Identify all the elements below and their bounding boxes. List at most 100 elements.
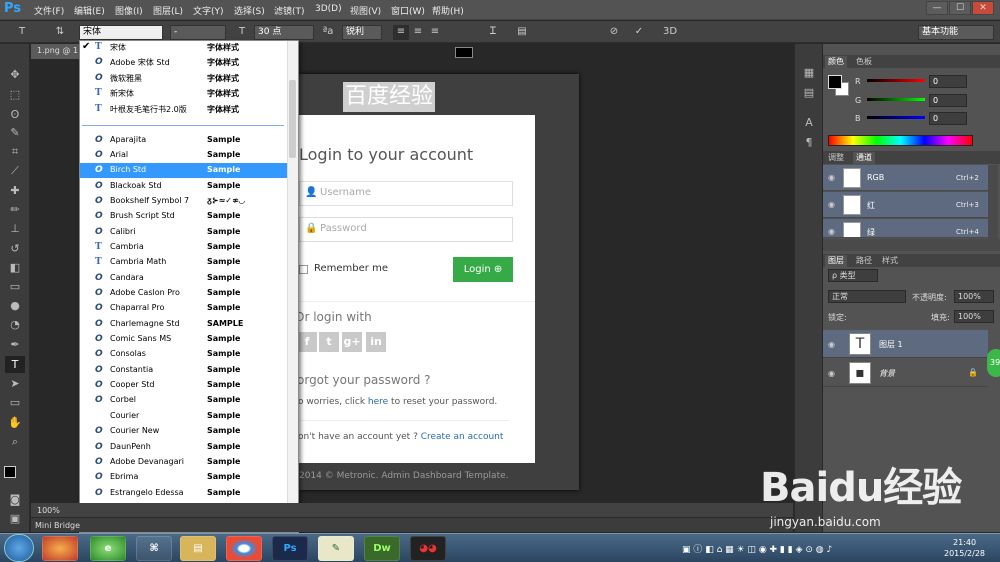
healing-tool-icon[interactable]: ✚ (5, 182, 25, 199)
paragraph-panel-icon[interactable]: ¶ (799, 134, 819, 151)
font-item[interactable]: O Aparajita Sample (80, 133, 288, 148)
font-item[interactable]: Courier Sample (80, 409, 288, 424)
menu-edit[interactable]: 编辑(E) (74, 4, 105, 17)
font-item[interactable]: O Calibri Sample (80, 225, 288, 240)
fill-input[interactable]: 100% (954, 310, 994, 323)
move-tool-icon[interactable]: ✥ (5, 66, 25, 83)
b-value[interactable]: 0 (929, 112, 967, 125)
eye-icon[interactable]: ◉ (828, 173, 835, 182)
twitter-icon[interactable]: t (319, 332, 339, 352)
font-item[interactable]: ✔ T 宋体 字体样式 (80, 40, 288, 55)
warp-text-icon[interactable]: Ꮖ (485, 25, 501, 40)
menu-window[interactable]: 窗口(W) (391, 4, 425, 17)
font-item[interactable]: O Corbel Sample (80, 393, 288, 408)
tab-channels[interactable]: 通道 (853, 152, 875, 164)
tab-color[interactable]: 颜色 (825, 56, 847, 68)
font-item[interactable]: O Consolas Sample (80, 347, 288, 362)
history-panel-icon[interactable]: ▦ (799, 64, 819, 81)
foreground-color-swatch[interactable] (4, 466, 16, 478)
type-tool-icon[interactable]: T (5, 356, 25, 373)
font-style-select[interactable]: - (170, 25, 226, 40)
font-item[interactable]: O Ebrima Sample (80, 470, 288, 485)
font-item[interactable]: O Candara Sample (80, 271, 288, 286)
app-icon-1[interactable] (42, 536, 78, 561)
eye-icon[interactable]: ◉ (828, 227, 835, 236)
googleplus-icon[interactable]: g+ (342, 332, 362, 352)
screen-mode-icon[interactable]: ▣ (5, 510, 25, 527)
channel-row-green[interactable]: ◉ 绿 Ctrl+4 (823, 219, 988, 238)
menu-view[interactable]: 视图(V) (350, 4, 381, 17)
align-right-icon[interactable]: ≡ (427, 25, 443, 40)
eraser-tool-icon[interactable]: ◧ (5, 259, 25, 276)
clock[interactable]: 21:40 2015/2/28 (944, 537, 985, 559)
cancel-icon[interactable]: ⊘ (606, 25, 622, 40)
font-item[interactable]: O Charlemagne Std SAMPLE (80, 317, 288, 332)
font-item[interactable]: O Chaparral Pro Sample (80, 301, 288, 316)
font-item[interactable]: T Cambria Sample (80, 240, 288, 255)
b-slider[interactable] (867, 116, 925, 119)
editor-icon[interactable]: ✎ (318, 536, 354, 561)
font-item[interactable]: O Blackoak Std Sample (80, 179, 288, 194)
close-button[interactable]: ✕ (972, 1, 994, 15)
login-button[interactable]: Login ⊕ (453, 257, 513, 282)
layer-row-text[interactable]: ◉ T 图层 1 (823, 330, 988, 358)
orient-text-icon[interactable]: ⇅ (52, 25, 68, 40)
eye-icon[interactable]: ◉ (828, 340, 835, 349)
network-app-icon[interactable]: ⌘ (136, 536, 172, 561)
zoom-level[interactable]: 100% (37, 506, 60, 515)
tab-layers[interactable]: 图层 (825, 255, 847, 267)
pen-tool-icon[interactable]: ✒ (5, 336, 25, 353)
quick-select-tool-icon[interactable]: ✎ (5, 124, 25, 141)
floating-badge[interactable]: 39 (987, 349, 1000, 377)
menu-3d[interactable]: 3D(D) (315, 4, 342, 14)
font-item[interactable]: O Brush Script Std Sample (80, 209, 288, 224)
font-item[interactable]: T 叶根友毛笔行书2.0版 字体样式 (80, 102, 288, 117)
font-item[interactable]: O DaunPenh Sample (80, 440, 288, 455)
menu-help[interactable]: 帮助(H) (432, 4, 464, 17)
g-slider[interactable] (867, 98, 925, 101)
tab-paths[interactable]: 路径 (853, 255, 875, 267)
crop-tool-icon[interactable]: ⌗ (5, 143, 25, 160)
properties-panel-icon[interactable]: ▤ (799, 84, 819, 101)
character-panel-icon[interactable]: ▤ (514, 25, 530, 40)
type-tool-icon[interactable]: T (14, 25, 30, 40)
menu-type[interactable]: 文字(Y) (193, 4, 224, 17)
tab-swatches[interactable]: 色板 (853, 56, 875, 68)
forgot-link[interactable]: here (368, 397, 388, 407)
linkedin-icon[interactable]: in (366, 332, 386, 352)
marquee-tool-icon[interactable]: ⬚ (5, 86, 25, 103)
photoshop-taskbar-icon[interactable]: Ps (272, 536, 308, 561)
document-tab[interactable]: 1.png @ 1 (31, 44, 79, 59)
tab-styles[interactable]: 样式 (879, 255, 901, 267)
dreamweaver-icon[interactable]: Dw (364, 536, 400, 561)
font-item[interactable]: O Arial Sample (80, 148, 288, 163)
zoom-tool-icon[interactable]: ⌕ (5, 433, 25, 450)
commit-icon[interactable]: ✓ (631, 25, 647, 40)
font-item[interactable]: O Adobe Caslon Pro Sample (80, 286, 288, 301)
font-item[interactable]: O Estrangelo Edessa Sample (80, 486, 288, 501)
align-center-icon[interactable]: ≡ (410, 25, 426, 40)
font-item[interactable]: T Cambria Math Sample (80, 255, 288, 270)
start-button[interactable] (4, 534, 34, 562)
menu-file[interactable]: 文件(F) (34, 4, 64, 17)
3d-button[interactable]: 3D (660, 25, 680, 40)
menu-image[interactable]: 图像(I) (115, 4, 143, 17)
gradient-tool-icon[interactable]: ▭ (5, 278, 25, 295)
font-family-select[interactable]: 宋体 (79, 25, 163, 40)
layer-filter-select[interactable]: ρ 类型 (828, 269, 878, 282)
channel-row-rgb[interactable]: ◉ RGB Ctrl+2 (823, 165, 988, 191)
brush-tool-icon[interactable]: ✏ (5, 201, 25, 218)
font-item[interactable]: O Birch Std Sample (80, 163, 288, 179)
font-item[interactable]: O Courier New Sample (80, 424, 288, 439)
blur-tool-icon[interactable]: ● (5, 297, 25, 314)
blend-mode-select[interactable]: 正常 (828, 290, 906, 303)
r-slider[interactable] (867, 79, 925, 82)
eye-icon[interactable]: ◉ (828, 369, 835, 378)
remember-checkbox[interactable] (299, 265, 308, 274)
history-brush-icon[interactable]: ↺ (5, 240, 25, 257)
quick-mask-icon[interactable]: ◙ (5, 491, 25, 508)
facebook-icon[interactable]: f (297, 332, 317, 352)
workspace-select[interactable]: 基本功能 (918, 25, 994, 40)
font-list-scroll-thumb[interactable] (289, 80, 296, 158)
maximize-button[interactable]: ☐ (949, 1, 971, 15)
